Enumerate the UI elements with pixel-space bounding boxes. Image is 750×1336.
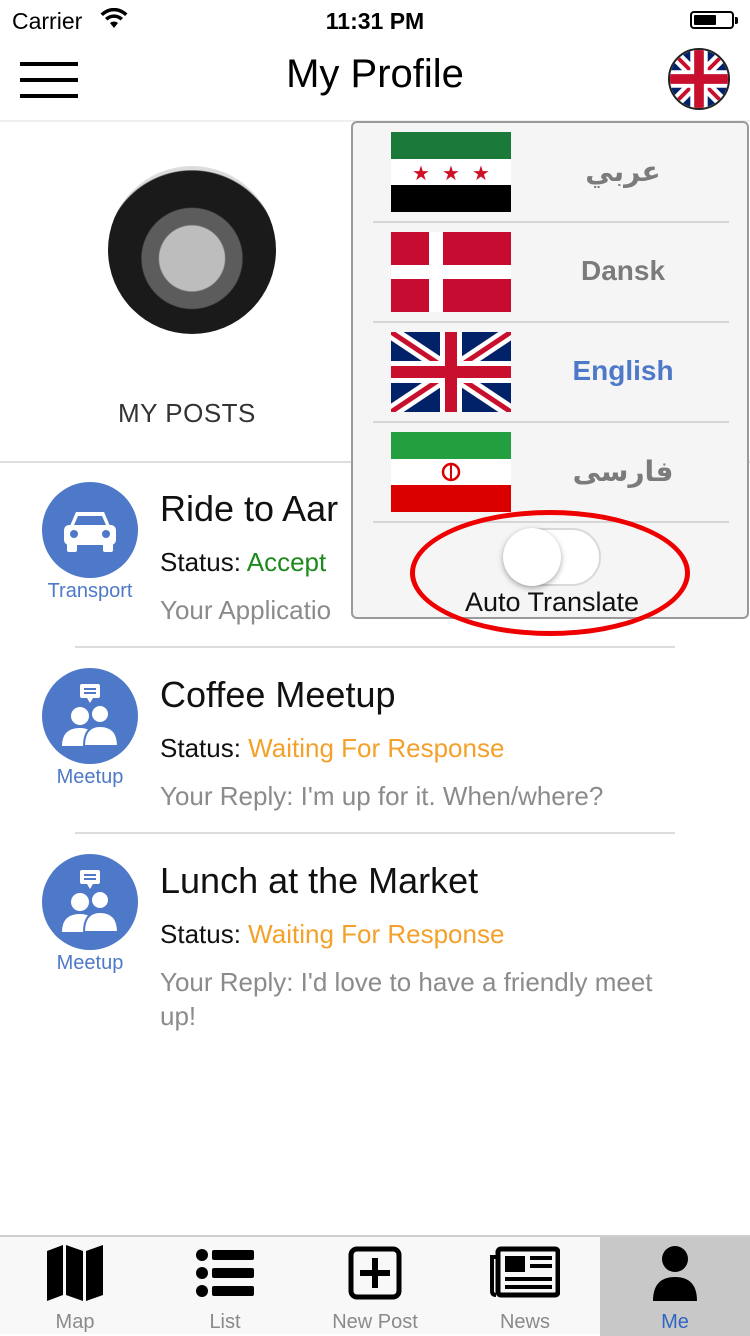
language-label: فارسی	[572, 456, 674, 487]
tab-my-posts[interactable]: MY POSTS	[118, 398, 256, 429]
post-divider	[75, 646, 675, 648]
language-label: English	[572, 355, 674, 386]
status-value: Waiting For Response	[248, 919, 505, 949]
tab-me[interactable]: Me	[600, 1237, 750, 1336]
tab-label: Me	[661, 1311, 689, 1333]
post-category: Meetup	[56, 766, 124, 788]
tab-list[interactable]: List	[150, 1237, 300, 1336]
post-status: Status: Waiting For Response	[160, 733, 504, 764]
post-item[interactable]: Meetup Lunch at the Market Status: Waiti…	[0, 842, 750, 1042]
uk-flag-icon	[391, 332, 511, 412]
svg-text:★: ★	[472, 161, 490, 185]
tab-label: Map	[55, 1311, 95, 1333]
post-title: Coffee Meetup	[160, 674, 396, 715]
syria-flag-icon: ★ ★ ★	[391, 132, 511, 212]
meetup-icon	[42, 668, 138, 764]
status-value: Accept	[246, 547, 327, 577]
denmark-flag-icon	[391, 232, 511, 312]
map-icon	[47, 1245, 103, 1301]
status-value: Waiting For Response	[248, 733, 505, 763]
post-category: Meetup	[56, 952, 124, 974]
language-option-farsi[interactable]: فارسی	[373, 423, 729, 521]
plus-square-icon	[348, 1246, 402, 1300]
status-label: Status:	[160, 547, 241, 577]
newspaper-icon	[490, 1246, 560, 1298]
post-category: Transport	[47, 580, 133, 602]
status-label: Status:	[160, 919, 241, 949]
list-icon	[196, 1249, 254, 1297]
language-option-danish[interactable]: Dansk	[373, 223, 729, 321]
tab-news[interactable]: News	[450, 1237, 600, 1336]
tab-label: List	[209, 1311, 241, 1333]
status-label: Status:	[160, 733, 241, 763]
tab-bar: Map List New Post News Me	[0, 1235, 750, 1336]
battery-icon	[690, 11, 738, 29]
post-reply: Your Reply: I'd love to have a friendly …	[160, 967, 653, 1031]
post-status: Status: Waiting For Response	[160, 919, 504, 950]
language-label: عربي	[585, 156, 661, 187]
language-selector-button[interactable]	[668, 48, 730, 110]
car-icon	[42, 482, 138, 578]
svg-text:★: ★	[442, 161, 460, 185]
clock: 11:31 PM	[325, 8, 425, 34]
svg-text:★: ★	[412, 161, 430, 185]
status-bar: Carrier 11:31 PM	[0, 0, 750, 40]
highlight-annotation	[410, 510, 690, 636]
iran-flag-icon	[391, 432, 511, 512]
page-title: My Profile	[286, 52, 464, 96]
post-reply: Your Reply: I'm up for it. When/where?	[160, 781, 604, 811]
tab-label: News	[499, 1311, 550, 1333]
uk-flag-icon	[670, 50, 728, 108]
post-title: Ride to Aar	[160, 488, 339, 529]
post-status: Status: Accept	[160, 547, 326, 578]
profile-avatar[interactable]	[108, 166, 276, 334]
language-option-arabic[interactable]: ★ ★ ★ عربي	[373, 123, 729, 221]
person-icon	[653, 1246, 697, 1301]
language-label: Dansk	[580, 255, 666, 286]
post-divider	[75, 832, 675, 834]
language-option-english[interactable]: English	[373, 323, 729, 421]
post-item[interactable]: Meetup Coffee Meetup Status: Waiting For…	[0, 656, 750, 831]
tab-new-post[interactable]: New Post	[300, 1237, 450, 1336]
tab-map[interactable]: Map	[0, 1237, 150, 1336]
tab-label: New Post	[332, 1311, 418, 1333]
meetup-icon	[42, 854, 138, 950]
post-title: Lunch at the Market	[160, 860, 479, 901]
